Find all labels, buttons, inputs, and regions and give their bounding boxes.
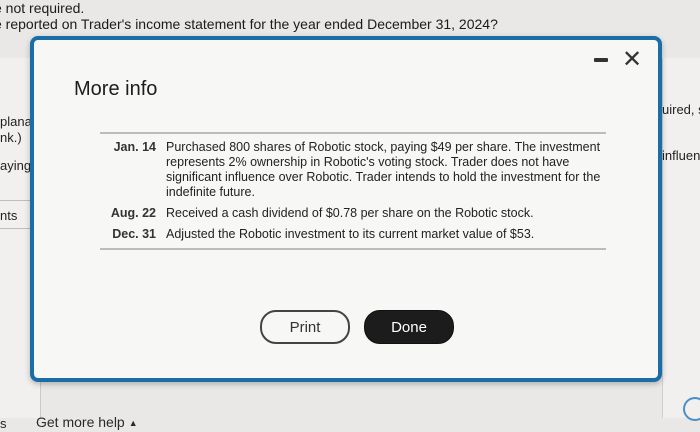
transaction-description: Received a cash dividend of $0.78 per sh… [166,206,534,220]
background-divider [0,200,32,201]
background-instruction: e not required. [0,0,85,16]
transaction-row: Jan. 14 Purchased 800 shares of Robotic … [100,140,606,200]
background-left-fragment: nts [0,208,18,223]
background-divider [0,228,32,229]
transaction-row: Aug. 22 Received a cash dividend of $0.7… [100,206,606,221]
dialog-title: More info [74,78,158,100]
partial-circle-icon [683,397,700,421]
caret-up-icon: ▲ [128,418,138,429]
transaction-row: Dec. 31 Adjusted the Robotic investment … [100,227,606,242]
transaction-date: Aug. 22 [110,206,156,220]
transaction-date: Jan. 14 [113,140,156,154]
background-left-fragment: s [0,416,7,431]
background-question: e reported on Trader's income statement … [0,16,498,32]
transaction-description: Purchased 800 shares of Robotic stock, p… [166,140,601,199]
help-label: Get more help [36,414,125,430]
table-bottom-rule [100,248,606,250]
background-right-fragment: uired, s [662,102,700,117]
print-button[interactable]: Print [260,310,350,344]
close-icon[interactable]: ✕ [622,48,642,72]
background-right-fragment: influen [662,148,700,163]
done-button[interactable]: Done [364,310,454,344]
get-more-help-link[interactable]: Get more help ▲ [36,414,138,430]
transaction-description: Adjusted the Robotic investment to its c… [166,227,535,241]
transactions-table: Jan. 14 Purchased 800 shares of Robotic … [100,132,606,250]
background-left-fragment: nk.) [0,130,22,145]
more-info-dialog: ✕ More info Jan. 14 Purchased 800 shares… [30,36,662,382]
transaction-date: Dec. 31 [112,227,156,241]
table-top-rule [100,132,606,134]
minimize-icon[interactable] [594,58,608,62]
